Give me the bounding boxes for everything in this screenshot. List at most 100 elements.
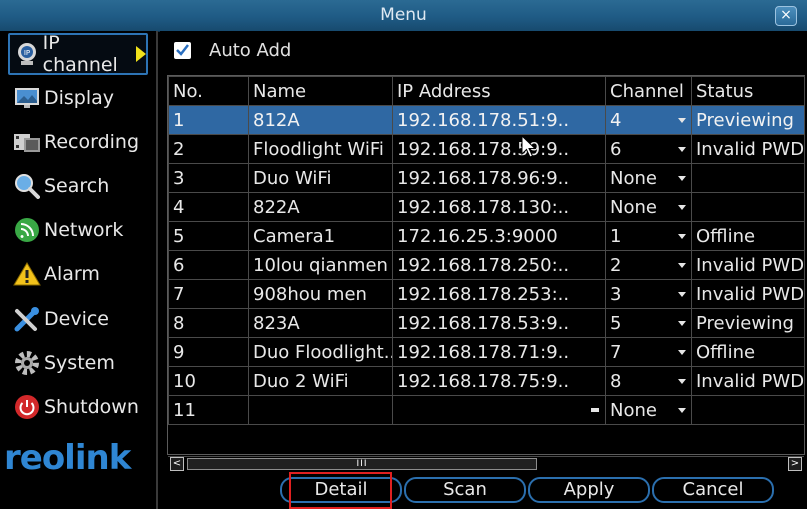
sidebar-item-label: Network xyxy=(44,219,124,241)
scan-button[interactable]: Scan xyxy=(404,477,526,503)
cell-status xyxy=(691,395,805,425)
table-row[interactable]: 11 None xyxy=(168,395,805,425)
scroll-left-button[interactable]: < xyxy=(170,457,184,471)
column-header-no[interactable]: No. xyxy=(168,76,249,106)
cell-channel[interactable]: None xyxy=(605,163,692,193)
table-row[interactable]: 1 812A 192.168.178.51:9.. 4 Previewing xyxy=(168,105,805,135)
table-row[interactable]: 9 Duo Floodlight.. 192.168.178.71:9.. 7 Offl… xyxy=(168,337,805,367)
close-button[interactable]: × xyxy=(775,6,797,26)
sidebar-item-ip-channel[interactable]: IP IP channel xyxy=(8,32,148,76)
sidebar-item-alarm[interactable]: Alarm xyxy=(8,253,148,295)
dropdown-arrow-icon[interactable] xyxy=(678,408,686,413)
column-header-status[interactable]: Status xyxy=(691,76,805,106)
cell-name: Duo WiFi xyxy=(248,163,393,193)
column-header-channel[interactable]: Channel xyxy=(605,76,692,106)
sidebar-item-network[interactable]: Network xyxy=(8,209,148,251)
cell-no: 3 xyxy=(168,163,249,193)
cell-no-text: 1 xyxy=(173,109,185,131)
monitor-icon xyxy=(12,85,42,111)
table-row[interactable]: 10 Duo 2 WiFi 192.168.178.75:9.. 8 Invalid P… xyxy=(168,366,805,396)
cell-ip: 192.168.178.75:9.. xyxy=(392,366,606,396)
cell-channel[interactable]: 2 xyxy=(605,250,692,280)
cell-channel[interactable]: 5 xyxy=(605,308,692,338)
cell-channel[interactable]: 1 xyxy=(605,221,692,251)
cell-channel-text: 5 xyxy=(610,312,622,334)
cell-status: Invalid PWD xyxy=(691,250,805,280)
cell-channel[interactable]: None xyxy=(605,395,692,425)
cell-status: Offline xyxy=(691,337,805,367)
cell-name-text: 823A xyxy=(253,312,300,334)
cell-name-text: Duo WiFi xyxy=(253,167,332,189)
dropdown-arrow-icon[interactable] xyxy=(678,321,686,326)
cell-ip xyxy=(392,395,606,425)
cell-no-text: 8 xyxy=(173,312,185,334)
cell-ip-text: 192.168.178.130:.. xyxy=(397,196,570,218)
cell-name: 822A xyxy=(248,192,393,222)
column-header-name[interactable]: Name xyxy=(248,76,393,106)
sidebar-item-recording[interactable]: Recording xyxy=(8,121,148,163)
cell-channel[interactable]: 4 xyxy=(605,105,692,135)
cell-status-text: Offline xyxy=(696,341,756,363)
cell-status: Invalid PWD xyxy=(691,279,805,309)
scroll-right-button[interactable]: > xyxy=(788,457,802,471)
dropdown-arrow-icon[interactable] xyxy=(678,205,686,210)
sidebar-item-label: Recording xyxy=(44,131,140,153)
scroll-thumb[interactable]: III xyxy=(187,458,537,470)
cell-status-text: Previewing xyxy=(696,109,794,131)
sidebar-item-system[interactable]: System xyxy=(8,342,148,384)
cell-ip: 192.168.178.53:9.. xyxy=(392,308,606,338)
network-icon xyxy=(12,217,42,243)
horizontal-scrollbar[interactable]: < III > xyxy=(168,456,804,472)
cell-ip-text: 192.168.178.53:9.. xyxy=(397,312,570,334)
cell-channel[interactable]: 8 xyxy=(605,366,692,396)
dropdown-arrow-icon[interactable] xyxy=(678,234,686,239)
active-arrow-icon xyxy=(136,46,146,62)
cell-channel[interactable]: 7 xyxy=(605,337,692,367)
cell-status: Offline xyxy=(691,221,805,251)
cell-no: 10 xyxy=(168,366,249,396)
sidebar-item-device[interactable]: Device xyxy=(8,298,148,340)
dropdown-arrow-icon[interactable] xyxy=(678,147,686,152)
sidebar-item-label: IP channel xyxy=(42,32,118,76)
cell-status-text: Invalid PWD xyxy=(696,370,805,392)
auto-add-label: Auto Add xyxy=(209,39,292,61)
table-row[interactable]: 4 822A 192.168.178.130:.. None xyxy=(168,192,805,222)
cancel-button[interactable]: Cancel xyxy=(652,477,774,503)
cell-channel[interactable]: 3 xyxy=(605,279,692,309)
cell-channel[interactable]: None xyxy=(605,192,692,222)
cell-channel-text: None xyxy=(610,196,657,218)
dropdown-arrow-icon[interactable] xyxy=(678,118,686,123)
cell-status: Previewing xyxy=(691,105,805,135)
sidebar-item-shutdown[interactable]: Shutdown xyxy=(8,386,148,428)
cell-name: Duo 2 WiFi xyxy=(248,366,393,396)
table-row[interactable]: 6 10lou qianmen 192.168.178.250:.. 2 Invalid… xyxy=(168,250,805,280)
table-row[interactable]: 3 Duo WiFi 192.168.178.96:9.. None xyxy=(168,163,805,193)
dropdown-arrow-icon[interactable] xyxy=(678,379,686,384)
sidebar-item-label: Shutdown xyxy=(44,396,139,418)
svg-text:IP: IP xyxy=(24,49,30,57)
detail-highlight-frame xyxy=(289,472,392,509)
search-icon xyxy=(12,173,42,199)
cell-no-text: 11 xyxy=(173,399,196,421)
cell-ip: 192.168.178.51:9.. xyxy=(392,105,606,135)
dropdown-arrow-icon[interactable] xyxy=(678,263,686,268)
cell-ip-text: 172.16.25.3:9000 xyxy=(397,225,558,247)
cell-channel-text: 3 xyxy=(610,283,622,305)
cell-channel-text: None xyxy=(610,167,657,189)
sidebar-item-display[interactable]: Display xyxy=(8,77,148,119)
column-header-ip[interactable]: IP Address xyxy=(392,76,606,106)
table-row[interactable]: 7 908hou men 192.168.178.253:.. 3 Invalid PW… xyxy=(168,279,805,309)
table-row[interactable]: 5 Camera1 172.16.25.3:9000 1 Offline xyxy=(168,221,805,251)
table-row[interactable]: 2 Floodlight WiFi 192.168.178.59:9.. 6 Inval… xyxy=(168,134,805,164)
dropdown-arrow-icon[interactable] xyxy=(678,176,686,181)
auto-add-checkbox[interactable] xyxy=(174,41,191,59)
cell-no-text: 2 xyxy=(173,138,185,160)
apply-button[interactable]: Apply xyxy=(528,477,650,503)
sidebar-item-search[interactable]: Search xyxy=(8,165,148,207)
cell-channel[interactable]: 6 xyxy=(605,134,692,164)
cell-ip: 192.168.178.59:9.. xyxy=(392,134,606,164)
dropdown-arrow-icon[interactable] xyxy=(678,292,686,297)
dropdown-arrow-icon[interactable] xyxy=(678,350,686,355)
table-row[interactable]: 8 823A 192.168.178.53:9.. 5 Previewing xyxy=(168,308,805,338)
cell-status-text: Invalid PWD xyxy=(696,254,805,276)
